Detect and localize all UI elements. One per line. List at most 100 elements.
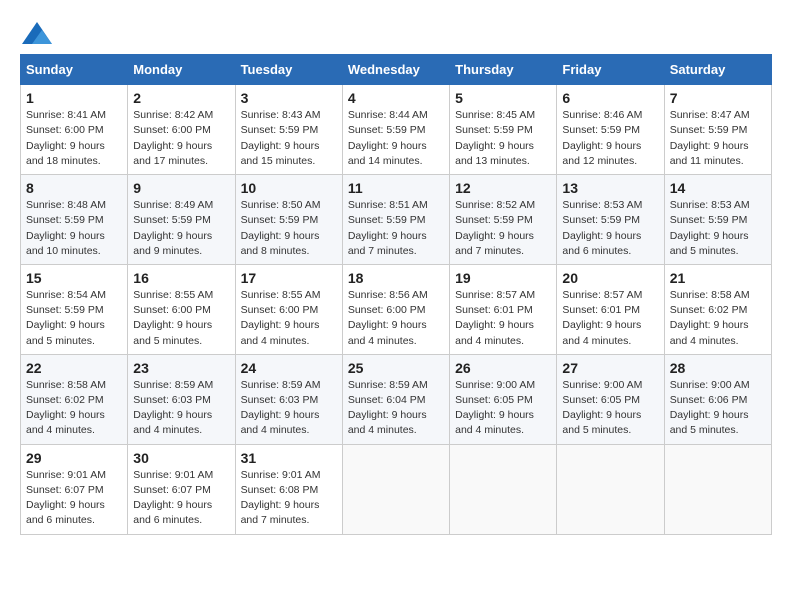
page-header <box>20 20 772 44</box>
calendar-cell: 4 Sunrise: 8:44 AMSunset: 5:59 PMDaylight… <box>342 85 449 175</box>
weekday-header: Wednesday <box>342 55 449 85</box>
calendar-cell: 13 Sunrise: 8:53 AMSunset: 5:59 PMDayligh… <box>557 175 664 265</box>
day-info: Sunrise: 8:56 AMSunset: 6:00 PMDaylight:… <box>348 288 444 349</box>
day-number: 2 <box>133 90 229 106</box>
day-info: Sunrise: 9:01 AMSunset: 6:07 PMDaylight:… <box>26 468 122 529</box>
day-info: Sunrise: 8:53 AMSunset: 5:59 PMDaylight:… <box>670 198 766 259</box>
day-info: Sunrise: 8:58 AMSunset: 6:02 PMDaylight:… <box>670 288 766 349</box>
day-number: 20 <box>562 270 658 286</box>
day-number: 11 <box>348 180 444 196</box>
day-number: 27 <box>562 360 658 376</box>
calendar-cell: 25Sunrise: 8:59 AMSunset: 6:04 PMDayligh… <box>342 354 449 444</box>
day-number: 3 <box>241 90 337 106</box>
day-number: 9 <box>133 180 229 196</box>
calendar-cell: 18 Sunrise: 8:56 AMSunset: 6:00 PMDayligh… <box>342 264 449 354</box>
day-info: Sunrise: 9:00 AMSunset: 6:05 PMDaylight:… <box>455 378 551 439</box>
day-info: Sunrise: 8:44 AMSunset: 5:59 PMDaylight:… <box>348 108 444 169</box>
calendar-cell <box>664 444 771 534</box>
weekday-header: Monday <box>128 55 235 85</box>
calendar-cell: 29 Sunrise: 9:01 AMSunset: 6:07 PMDayligh… <box>21 444 128 534</box>
day-info: Sunrise: 8:42 AMSunset: 6:00 PMDaylight:… <box>133 108 229 169</box>
day-number: 30 <box>133 450 229 466</box>
calendar-cell: 16Sunrise: 8:55 AMSunset: 6:00 PMDayligh… <box>128 264 235 354</box>
calendar-cell: 30 Sunrise: 9:01 AMSunset: 6:07 PMDayligh… <box>128 444 235 534</box>
calendar-cell: 31 Sunrise: 9:01 AMSunset: 6:08 PMDayligh… <box>235 444 342 534</box>
day-number: 7 <box>670 90 766 106</box>
day-number: 23 <box>133 360 229 376</box>
calendar-cell: 5 Sunrise: 8:45 AMSunset: 5:59 PMDaylight… <box>450 85 557 175</box>
day-info: Sunrise: 8:45 AMSunset: 5:59 PMDaylight:… <box>455 108 551 169</box>
calendar-cell: 7 Sunrise: 8:47 AMSunset: 5:59 PMDaylight… <box>664 85 771 175</box>
day-number: 26 <box>455 360 551 376</box>
day-number: 4 <box>348 90 444 106</box>
day-info: Sunrise: 8:58 AMSunset: 6:02 PMDaylight:… <box>26 378 122 439</box>
day-number: 13 <box>562 180 658 196</box>
calendar-cell: 27Sunrise: 9:00 AMSunset: 6:05 PMDayligh… <box>557 354 664 444</box>
day-info: Sunrise: 8:57 AMSunset: 6:01 PMDaylight:… <box>455 288 551 349</box>
logo <box>20 20 52 44</box>
calendar-cell: 17 Sunrise: 8:55 AMSunset: 6:00 PMDayligh… <box>235 264 342 354</box>
day-number: 10 <box>241 180 337 196</box>
day-info: Sunrise: 9:01 AMSunset: 6:08 PMDaylight:… <box>241 468 337 529</box>
calendar-cell: 11 Sunrise: 8:51 AMSunset: 5:59 PMDayligh… <box>342 175 449 265</box>
calendar-cell: 15 Sunrise: 8:54 AMSunset: 5:59 PMDayligh… <box>21 264 128 354</box>
calendar-cell: 1 Sunrise: 8:41 AMSunset: 6:00 PMDaylight… <box>21 85 128 175</box>
day-info: Sunrise: 8:49 AMSunset: 5:59 PMDaylight:… <box>133 198 229 259</box>
calendar-cell: 6 Sunrise: 8:46 AMSunset: 5:59 PMDaylight… <box>557 85 664 175</box>
day-number: 25 <box>348 360 444 376</box>
day-number: 15 <box>26 270 122 286</box>
calendar-cell: 20 Sunrise: 8:57 AMSunset: 6:01 PMDayligh… <box>557 264 664 354</box>
day-number: 22 <box>26 360 122 376</box>
day-info: Sunrise: 8:50 AMSunset: 5:59 PMDaylight:… <box>241 198 337 259</box>
calendar-cell <box>557 444 664 534</box>
calendar-cell <box>342 444 449 534</box>
day-number: 29 <box>26 450 122 466</box>
day-info: Sunrise: 8:54 AMSunset: 5:59 PMDaylight:… <box>26 288 122 349</box>
weekday-header: Friday <box>557 55 664 85</box>
calendar-cell: 19 Sunrise: 8:57 AMSunset: 6:01 PMDayligh… <box>450 264 557 354</box>
day-info: Sunrise: 9:00 AMSunset: 6:06 PMDaylight:… <box>670 378 766 439</box>
calendar-cell: 26 Sunrise: 9:00 AMSunset: 6:05 PMDayligh… <box>450 354 557 444</box>
calendar-cell: 23 Sunrise: 8:59 AMSunset: 6:03 PMDayligh… <box>128 354 235 444</box>
calendar-week-row: 1 Sunrise: 8:41 AMSunset: 6:00 PMDaylight… <box>21 85 772 175</box>
day-info: Sunrise: 8:57 AMSunset: 6:01 PMDaylight:… <box>562 288 658 349</box>
weekday-header: Sunday <box>21 55 128 85</box>
day-info: Sunrise: 8:46 AMSunset: 5:59 PMDaylight:… <box>562 108 658 169</box>
day-number: 28 <box>670 360 766 376</box>
day-info: Sunrise: 8:47 AMSunset: 5:59 PMDaylight:… <box>670 108 766 169</box>
day-info: Sunrise: 8:41 AMSunset: 6:00 PMDaylight:… <box>26 108 122 169</box>
day-info: Sunrise: 8:43 AMSunset: 5:59 PMDaylight:… <box>241 108 337 169</box>
day-number: 17 <box>241 270 337 286</box>
calendar-week-row: 8 Sunrise: 8:48 AMSunset: 5:59 PMDaylight… <box>21 175 772 265</box>
day-number: 6 <box>562 90 658 106</box>
calendar-week-row: 29 Sunrise: 9:01 AMSunset: 6:07 PMDayligh… <box>21 444 772 534</box>
day-number: 1 <box>26 90 122 106</box>
day-info: Sunrise: 8:59 AMSunset: 6:03 PMDaylight:… <box>241 378 337 439</box>
calendar-cell: 10 Sunrise: 8:50 AMSunset: 5:59 PMDayligh… <box>235 175 342 265</box>
day-info: Sunrise: 8:55 AMSunset: 6:00 PMDaylight:… <box>241 288 337 349</box>
day-info: Sunrise: 9:01 AMSunset: 6:07 PMDaylight:… <box>133 468 229 529</box>
calendar-week-row: 15 Sunrise: 8:54 AMSunset: 5:59 PMDayligh… <box>21 264 772 354</box>
day-info: Sunrise: 8:52 AMSunset: 5:59 PMDaylight:… <box>455 198 551 259</box>
calendar-table: SundayMondayTuesdayWednesdayThursdayFrid… <box>20 54 772 534</box>
day-number: 5 <box>455 90 551 106</box>
calendar-cell: 9 Sunrise: 8:49 AMSunset: 5:59 PMDaylight… <box>128 175 235 265</box>
day-number: 8 <box>26 180 122 196</box>
day-info: Sunrise: 8:59 AMSunset: 6:03 PMDaylight:… <box>133 378 229 439</box>
weekday-header: Saturday <box>664 55 771 85</box>
day-number: 16 <box>133 270 229 286</box>
day-info: Sunrise: 8:53 AMSunset: 5:59 PMDaylight:… <box>562 198 658 259</box>
day-info: Sunrise: 8:48 AMSunset: 5:59 PMDaylight:… <box>26 198 122 259</box>
logo-icon <box>22 22 52 44</box>
calendar-cell: 3 Sunrise: 8:43 AMSunset: 5:59 PMDaylight… <box>235 85 342 175</box>
calendar-week-row: 22 Sunrise: 8:58 AMSunset: 6:02 PMDayligh… <box>21 354 772 444</box>
weekday-header-row: SundayMondayTuesdayWednesdayThursdayFrid… <box>21 55 772 85</box>
day-number: 31 <box>241 450 337 466</box>
calendar-cell: 28 Sunrise: 9:00 AMSunset: 6:06 PMDayligh… <box>664 354 771 444</box>
day-number: 19 <box>455 270 551 286</box>
calendar-cell: 24 Sunrise: 8:59 AMSunset: 6:03 PMDayligh… <box>235 354 342 444</box>
day-info: Sunrise: 8:51 AMSunset: 5:59 PMDaylight:… <box>348 198 444 259</box>
day-number: 24 <box>241 360 337 376</box>
calendar-cell: 14Sunrise: 8:53 AMSunset: 5:59 PMDayligh… <box>664 175 771 265</box>
day-number: 18 <box>348 270 444 286</box>
